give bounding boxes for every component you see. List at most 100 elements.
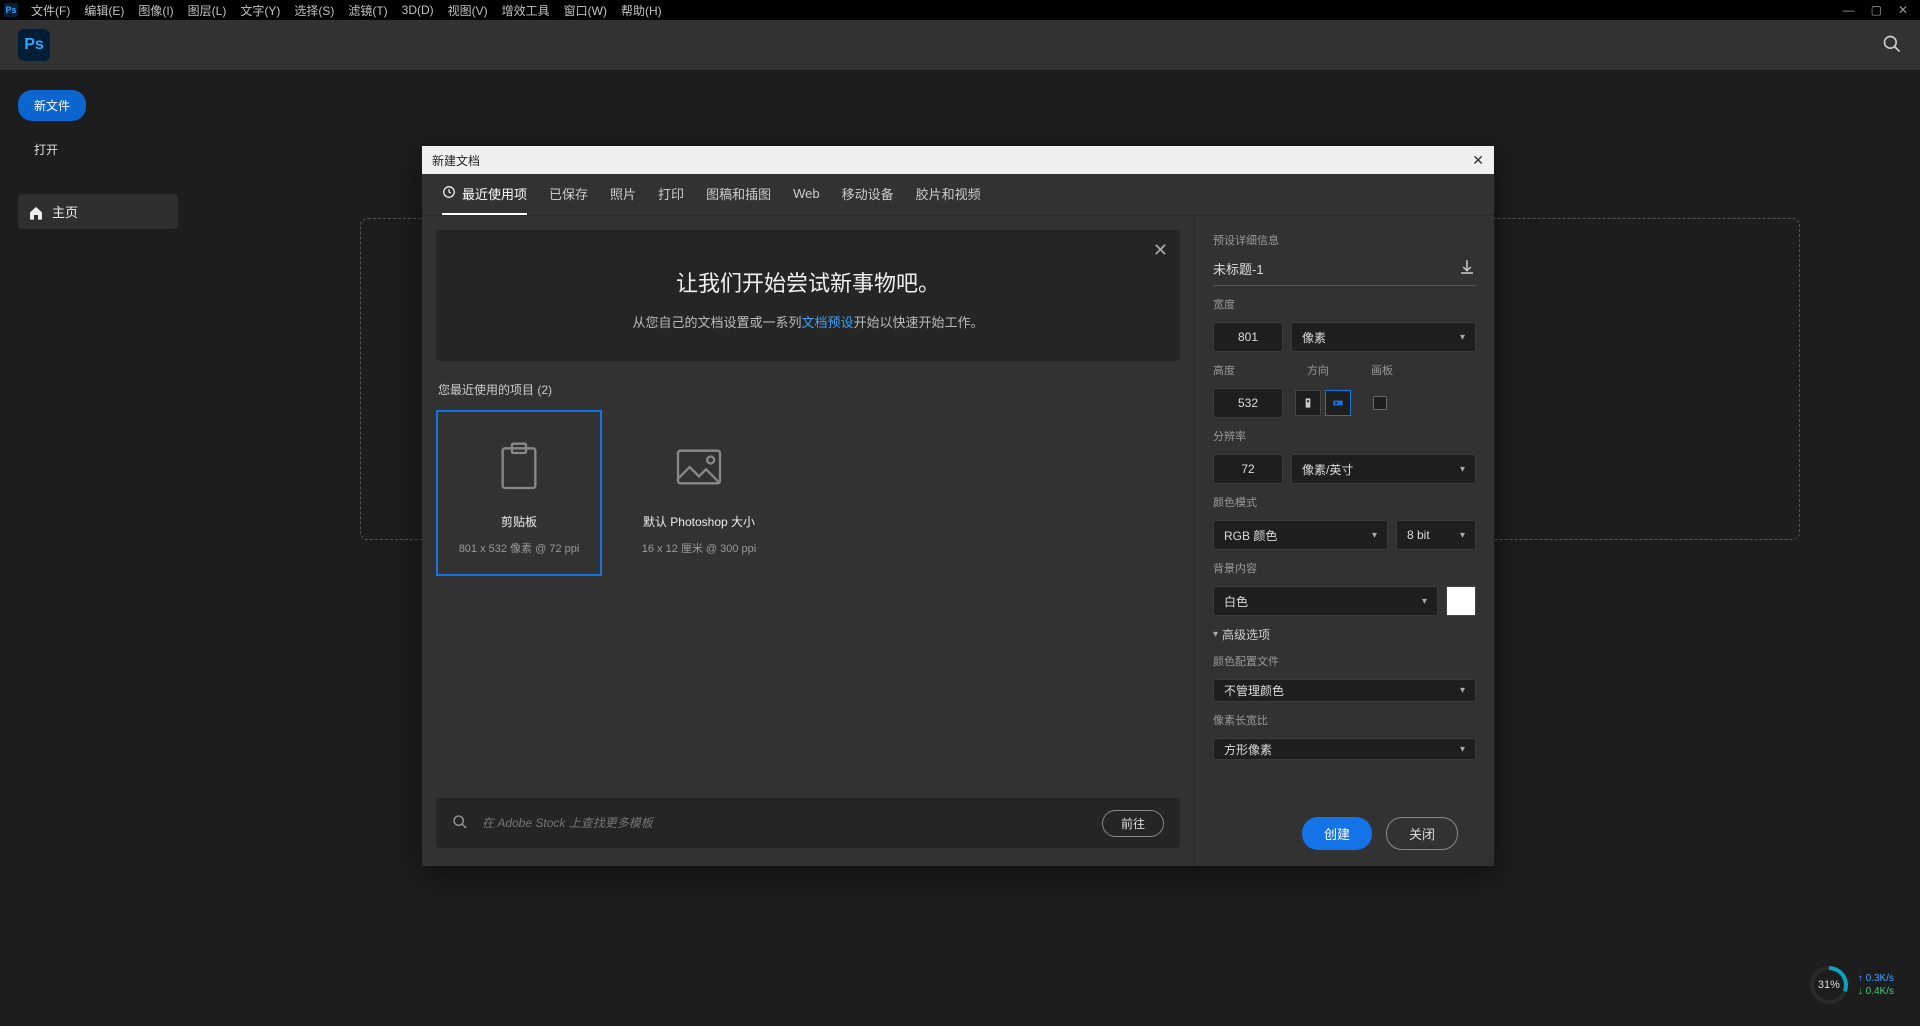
close-button[interactable]: 关闭 <box>1386 817 1458 850</box>
dialog-title: 新建文档 <box>432 152 480 169</box>
menu-image[interactable]: 图像(I) <box>131 0 180 21</box>
window-close-icon[interactable]: ✕ <box>1890 1 1916 19</box>
menu-type[interactable]: 文字(Y) <box>233 0 287 21</box>
select-value: 像素 <box>1302 329 1326 346</box>
window-restore-icon[interactable]: ▢ <box>1863 1 1890 19</box>
artboard-label: 画板 <box>1371 362 1393 378</box>
tab-saved[interactable]: 已保存 <box>549 174 588 215</box>
usage-ring: 31% <box>1810 966 1848 1004</box>
search-icon[interactable] <box>1882 34 1902 57</box>
menu-layer[interactable]: 图层(L) <box>181 0 234 21</box>
dialog-titlebar: 新建文档 ✕ <box>422 146 1494 174</box>
recent-label: 您最近使用的项目 (2) <box>422 375 1194 404</box>
menu-filter[interactable]: 滤镜(T) <box>341 0 394 21</box>
network-stats: ↑ 0.3K/s ↓ 0.4K/s <box>1858 972 1894 998</box>
advanced-toggle[interactable]: ▾ 高级选项 <box>1213 626 1476 643</box>
color-profile-select[interactable]: 不管理颜色 ▾ <box>1213 679 1476 702</box>
color-mode-select[interactable]: RGB 颜色 ▾ <box>1213 520 1388 550</box>
home-icon <box>28 205 42 219</box>
app-header: Ps <box>0 20 1920 70</box>
tab-film[interactable]: 胶片和视频 <box>916 174 981 215</box>
tab-print[interactable]: 打印 <box>658 174 684 215</box>
ps-app-icon: Ps <box>4 3 18 17</box>
color-mode-label: 颜色模式 <box>1213 494 1476 510</box>
width-input[interactable] <box>1213 322 1283 352</box>
preset-details-panel: 预设详细信息 宽度 像素 ▾ 高度 方向 画板 <box>1194 216 1494 866</box>
background-color-swatch[interactable] <box>1446 586 1476 616</box>
preset-sub: 16 x 12 厘米 @ 300 ppi <box>642 540 757 556</box>
tab-web[interactable]: Web <box>793 174 820 215</box>
pixel-aspect-select[interactable]: 方形像素▾ <box>1213 738 1476 761</box>
resolution-unit-select[interactable]: 像素/英寸 ▾ <box>1291 454 1476 484</box>
preset-default-ps[interactable]: 默认 Photoshop 大小 16 x 12 厘米 @ 300 ppi <box>616 410 782 576</box>
tab-art[interactable]: 图稿和插图 <box>706 174 771 215</box>
tab-label: 最近使用项 <box>462 184 527 203</box>
bit-depth-select[interactable]: 8 bit ▾ <box>1396 520 1476 550</box>
menu-view[interactable]: 视图(V) <box>441 0 495 21</box>
resolution-input[interactable] <box>1213 454 1283 484</box>
tab-mobile[interactable]: 移动设备 <box>842 174 894 215</box>
hero-banner: ✕ 让我们开始尝试新事物吧。 从您自己的文档设置或一系列文档预设开始以快速开始工… <box>436 230 1180 361</box>
search-icon <box>452 814 468 833</box>
menu-window[interactable]: 窗口(W) <box>557 0 614 21</box>
select-value: 像素/英寸 <box>1302 461 1353 478</box>
color-profile-label: 颜色配置文件 <box>1213 653 1476 669</box>
chevron-down-icon: ▾ <box>1460 744 1465 755</box>
height-label: 高度 <box>1213 362 1283 378</box>
menu-plugins[interactable]: 增效工具 <box>495 0 557 21</box>
hero-close-icon[interactable]: ✕ <box>1153 240 1168 261</box>
select-value: RGB 颜色 <box>1224 527 1277 544</box>
menu-bar: Ps 文件(F) 编辑(E) 图像(I) 图层(L) 文字(Y) 选择(S) 滤… <box>0 0 1920 20</box>
details-heading: 预设详细信息 <box>1213 232 1476 248</box>
hero-title: 让我们开始尝试新事物吧。 <box>476 266 1140 298</box>
tab-recent[interactable]: 最近使用项 <box>442 174 527 215</box>
menu-select[interactable]: 选择(S) <box>287 0 341 21</box>
menu-help[interactable]: 帮助(H) <box>614 0 669 21</box>
menu-file[interactable]: 文件(F) <box>24 0 77 21</box>
chevron-down-icon: ▾ <box>1460 530 1465 541</box>
width-label: 宽度 <box>1213 296 1476 312</box>
sidebar-item-label: 主页 <box>52 202 78 221</box>
chevron-down-icon: ▾ <box>1460 332 1465 343</box>
window-minimize-icon[interactable]: — <box>1835 1 1863 19</box>
chevron-down-icon: ▾ <box>1460 685 1465 696</box>
background-label: 背景内容 <box>1213 560 1476 576</box>
hero-text: 从您自己的文档设置或一系列文档预设开始以快速开始工作。 <box>476 312 1140 331</box>
create-button[interactable]: 创建 <box>1302 817 1372 850</box>
height-input[interactable] <box>1213 388 1283 418</box>
tab-photo[interactable]: 照片 <box>610 174 636 215</box>
tab-label: 图稿和插图 <box>706 184 771 203</box>
dialog-close-icon[interactable]: ✕ <box>1472 152 1484 169</box>
orientation-landscape-button[interactable] <box>1325 390 1351 416</box>
preset-title: 默认 Photoshop 大小 <box>643 513 755 530</box>
preset-sub: 801 x 532 像素 @ 72 ppi <box>459 540 580 556</box>
orientation-label: 方向 <box>1307 362 1329 378</box>
tab-label: 已保存 <box>549 184 588 203</box>
chevron-down-icon: ▾ <box>1460 464 1465 475</box>
advanced-label: 高级选项 <box>1222 626 1270 643</box>
resolution-label: 分辨率 <box>1213 428 1476 444</box>
dialog-tabs: 最近使用项 已保存 照片 打印 图稿和插图 Web 移动设备 胶片和视频 <box>422 174 1494 216</box>
sidebar-item-home[interactable]: 主页 <box>18 194 178 229</box>
document-name-input[interactable] <box>1213 261 1450 276</box>
save-preset-icon[interactable] <box>1458 258 1476 279</box>
artboard-checkbox[interactable] <box>1373 396 1387 410</box>
preset-clipboard[interactable]: 剪贴板 801 x 532 像素 @ 72 ppi <box>436 410 602 576</box>
chevron-down-icon: ▾ <box>1372 530 1377 541</box>
width-unit-select[interactable]: 像素 ▾ <box>1291 322 1476 352</box>
stock-search-input[interactable] <box>482 816 1088 830</box>
preset-title: 剪贴板 <box>501 513 537 530</box>
background-select[interactable]: 白色 ▾ <box>1213 586 1438 616</box>
select-value: 不管理颜色 <box>1224 682 1284 699</box>
select-value: 8 bit <box>1407 528 1430 542</box>
hero-link[interactable]: 文档预设 <box>801 315 853 330</box>
menu-3d[interactable]: 3D(D) <box>395 1 441 19</box>
new-file-button[interactable]: 新文件 <box>18 90 86 121</box>
open-button[interactable]: 打开 <box>18 135 74 164</box>
home-sidebar: 新文件 打开 主页 <box>0 70 190 1026</box>
stock-go-button[interactable]: 前往 <box>1102 810 1164 837</box>
select-value: 白色 <box>1224 593 1248 610</box>
orientation-portrait-button[interactable] <box>1295 390 1321 416</box>
menu-edit[interactable]: 编辑(E) <box>77 0 131 21</box>
chevron-down-icon: ▾ <box>1422 596 1427 607</box>
